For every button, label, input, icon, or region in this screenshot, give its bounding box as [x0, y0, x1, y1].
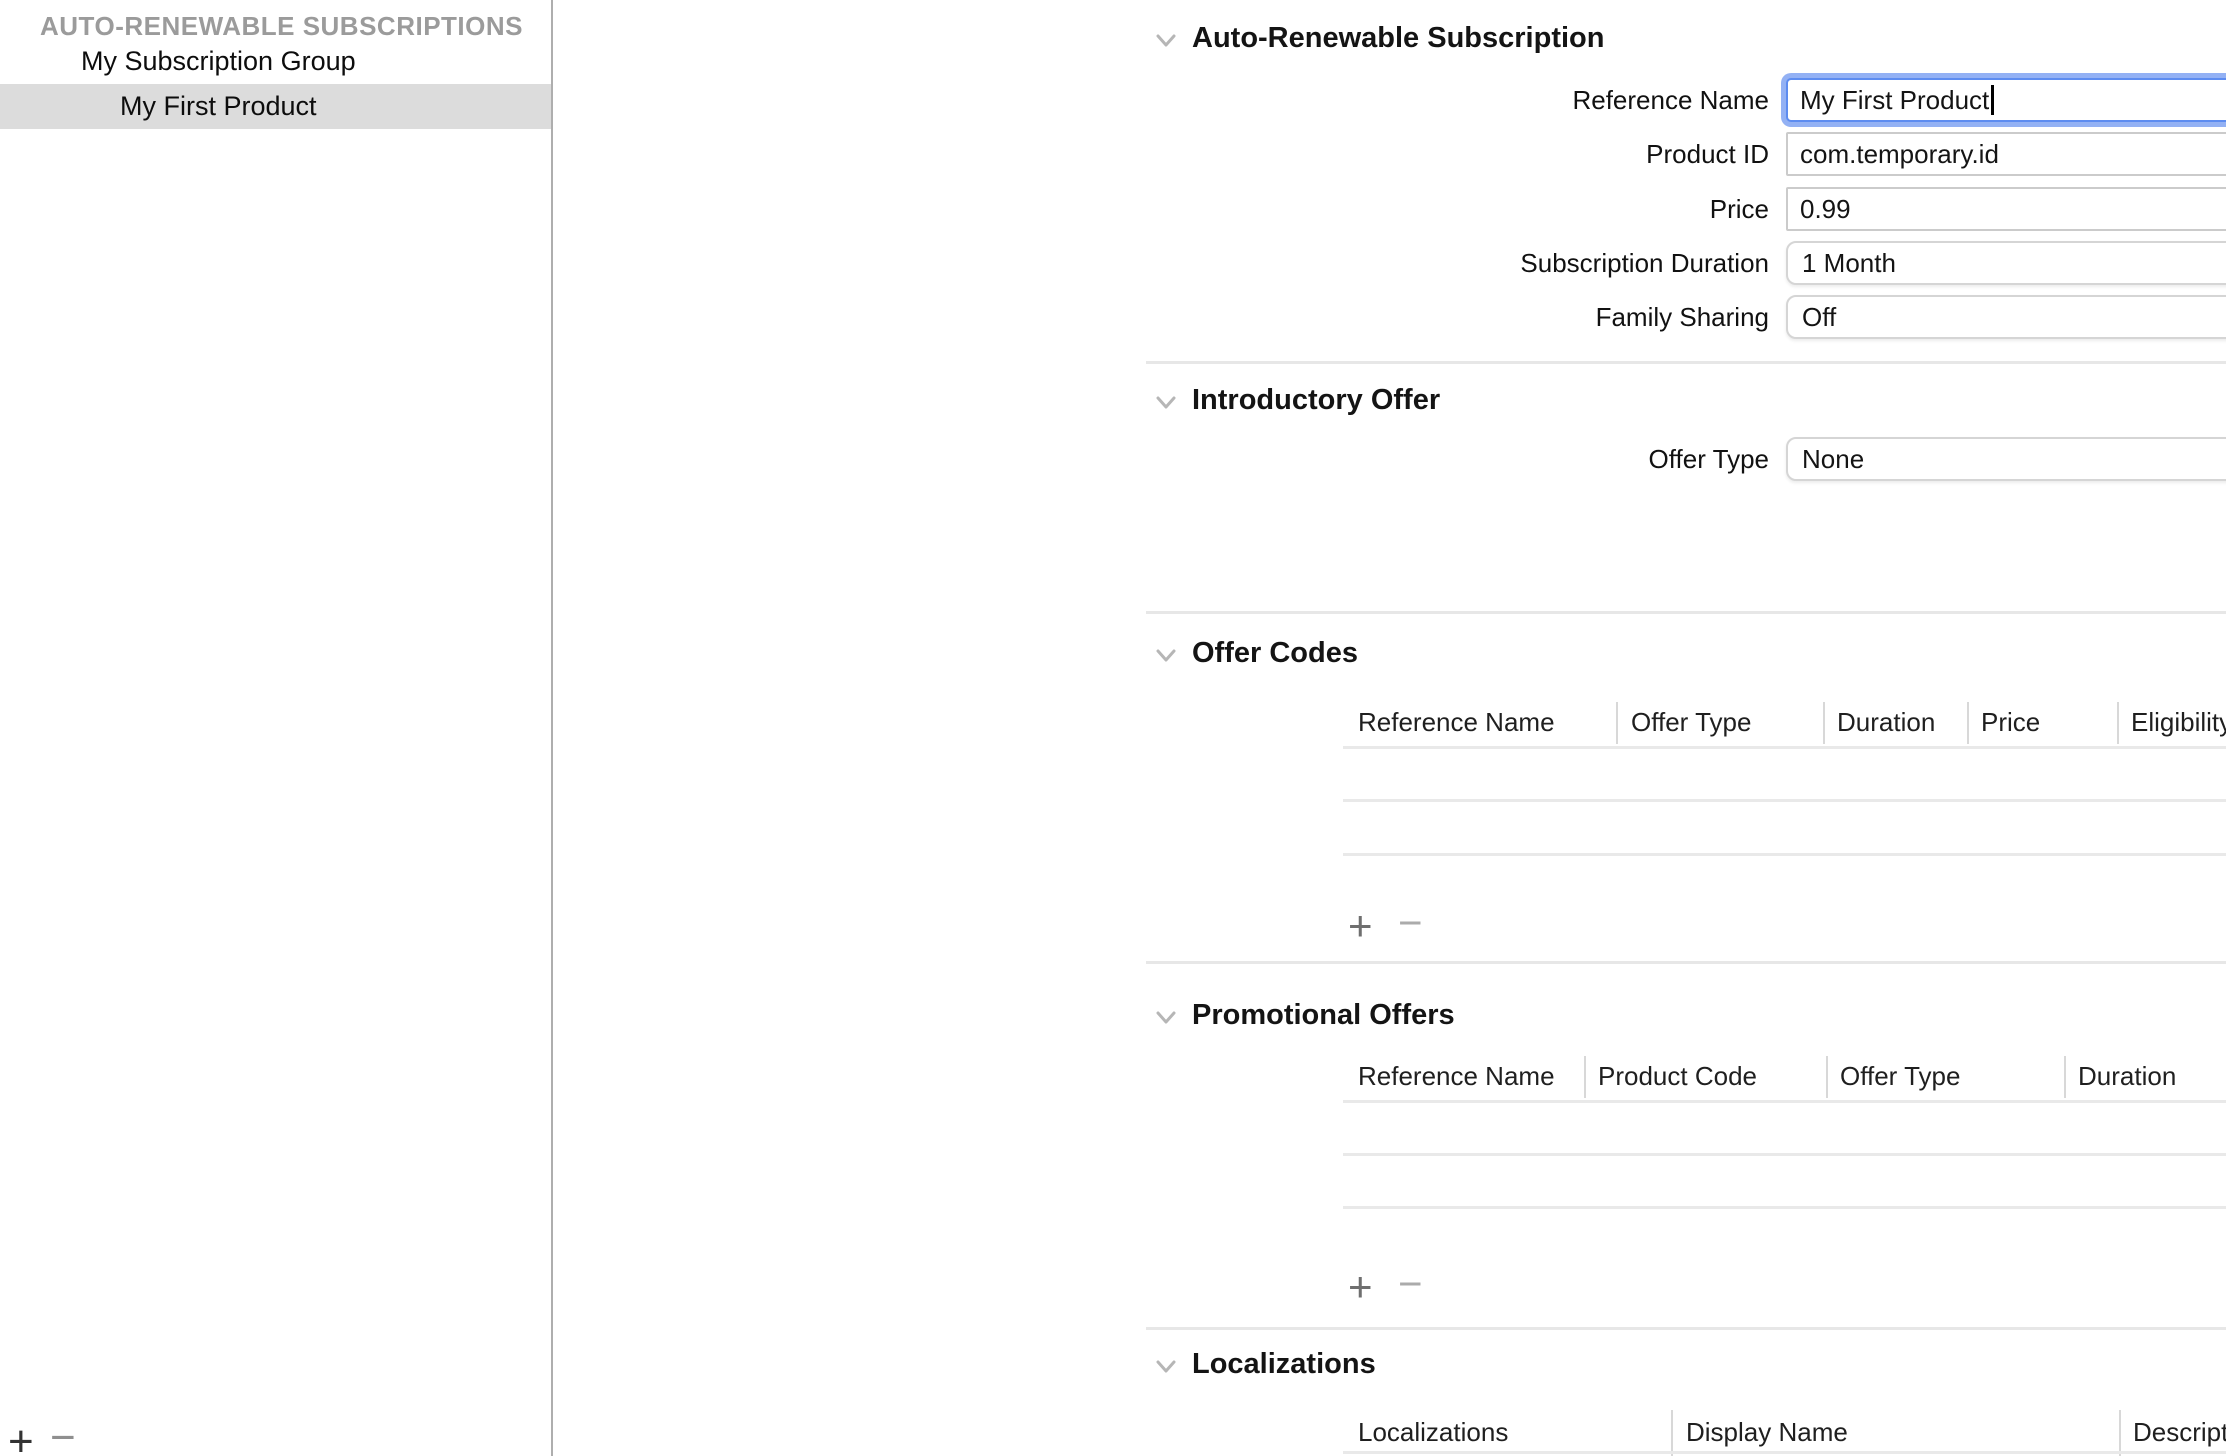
- sidebar-item-first-product[interactable]: My First Product: [120, 84, 317, 129]
- offer-codes-col-price: Price: [1981, 702, 2040, 742]
- section-title-subscription: Auto-Renewable Subscription: [1192, 22, 1604, 55]
- localizations-col-description: Description: [2133, 1412, 2226, 1452]
- price-value: 0.99: [1800, 194, 1851, 225]
- column-separator: [1584, 1056, 1586, 1098]
- offer-type-dropdown[interactable]: None: [1786, 437, 2226, 481]
- table-row-line: [1343, 799, 2226, 802]
- table-row-line: [1343, 853, 2226, 856]
- column-separator: [1616, 702, 1618, 744]
- price-label: Price: [1146, 187, 1769, 231]
- column-separator: [2119, 1410, 2121, 1456]
- column-separator: [1671, 1410, 1673, 1456]
- sidebar: AUTO-RENEWABLE SUBSCRIPTIONS My Subscrip…: [0, 0, 552, 1456]
- localizations-col-display-name: Display Name: [1686, 1412, 1848, 1452]
- column-separator: [2117, 702, 2119, 744]
- reference-name-label: Reference Name: [1146, 78, 1769, 122]
- storekit-configuration-editor: AUTO-RENEWABLE SUBSCRIPTIONS My Subscrip…: [0, 0, 2226, 1456]
- promo-col-product-code: Product Code: [1598, 1056, 1757, 1096]
- promo-col-duration: Duration: [2078, 1056, 2176, 1096]
- family-sharing-dropdown[interactable]: Off: [1786, 295, 2226, 339]
- sidebar-item-subscription-group[interactable]: My Subscription Group: [81, 39, 356, 84]
- offer-codes-col-duration: Duration: [1837, 702, 1935, 742]
- sidebar-remove-button[interactable]: −: [50, 1416, 76, 1456]
- product-id-label: Product ID: [1146, 132, 1769, 176]
- section-title-introductory-offer: Introductory Offer: [1192, 384, 1440, 417]
- offer-codes-add-button[interactable]: +: [1348, 905, 1373, 947]
- offer-codes-col-reference-name: Reference Name: [1358, 702, 1555, 742]
- chevron-down-icon[interactable]: [1153, 389, 1179, 415]
- localizations-col-localizations: Localizations: [1358, 1412, 1508, 1452]
- table-row-line: [1343, 1153, 2226, 1156]
- chevron-down-icon[interactable]: [1153, 1004, 1179, 1030]
- table-row-line: [1343, 1100, 2226, 1103]
- chevron-down-icon[interactable]: [1153, 642, 1179, 668]
- offer-codes-col-eligibility: Eligibility: [2131, 702, 2226, 742]
- offer-codes-col-offer-type: Offer Type: [1631, 702, 1751, 742]
- section-divider: [1146, 1327, 2226, 1330]
- product-id-input[interactable]: com.temporary.id: [1786, 132, 2226, 176]
- promo-remove-button[interactable]: −: [1398, 1263, 1423, 1305]
- reference-name-value: My First Product: [1800, 85, 1989, 116]
- table-row-line: [1343, 1206, 2226, 1209]
- product-id-value: com.temporary.id: [1800, 139, 1999, 170]
- table-row-line: [1343, 746, 2226, 749]
- column-separator: [1823, 702, 1825, 744]
- sidebar-group-header: AUTO-RENEWABLE SUBSCRIPTIONS: [40, 11, 523, 42]
- text-cursor: [1991, 85, 1994, 115]
- chevron-down-icon[interactable]: [1153, 27, 1179, 53]
- section-divider: [1146, 361, 2226, 364]
- chevron-down-icon[interactable]: [1153, 1353, 1179, 1379]
- section-title-promotional-offers: Promotional Offers: [1192, 999, 1455, 1032]
- reference-name-input[interactable]: My First Product: [1786, 78, 2226, 122]
- family-sharing-label: Family Sharing: [1146, 295, 1769, 339]
- section-divider: [1146, 961, 2226, 964]
- promo-col-reference-name: Reference Name: [1358, 1056, 1555, 1096]
- promo-col-offer-type: Offer Type: [1840, 1056, 1960, 1096]
- family-sharing-value: Off: [1802, 302, 1836, 333]
- subscription-duration-label: Subscription Duration: [1146, 241, 1769, 285]
- offer-type-label: Offer Type: [1146, 437, 1769, 481]
- subscription-duration-dropdown[interactable]: 1 Month: [1786, 241, 2226, 285]
- section-divider: [1146, 611, 2226, 614]
- section-title-offer-codes: Offer Codes: [1192, 637, 1358, 670]
- price-input[interactable]: 0.99: [1786, 187, 2226, 231]
- section-title-localizations: Localizations: [1192, 1348, 1376, 1381]
- subscription-duration-value: 1 Month: [1802, 248, 1896, 279]
- main-panel: Auto-Renewable Subscription Reference Na…: [553, 0, 2226, 1456]
- column-separator: [1826, 1056, 1828, 1098]
- promo-add-button[interactable]: +: [1348, 1266, 1373, 1308]
- column-separator: [2064, 1056, 2066, 1098]
- table-row-line: [1343, 1451, 2226, 1454]
- offer-codes-remove-button[interactable]: −: [1398, 902, 1423, 944]
- column-separator: [1967, 702, 1969, 744]
- sidebar-add-button[interactable]: +: [8, 1420, 34, 1456]
- offer-type-value: None: [1802, 444, 1864, 475]
